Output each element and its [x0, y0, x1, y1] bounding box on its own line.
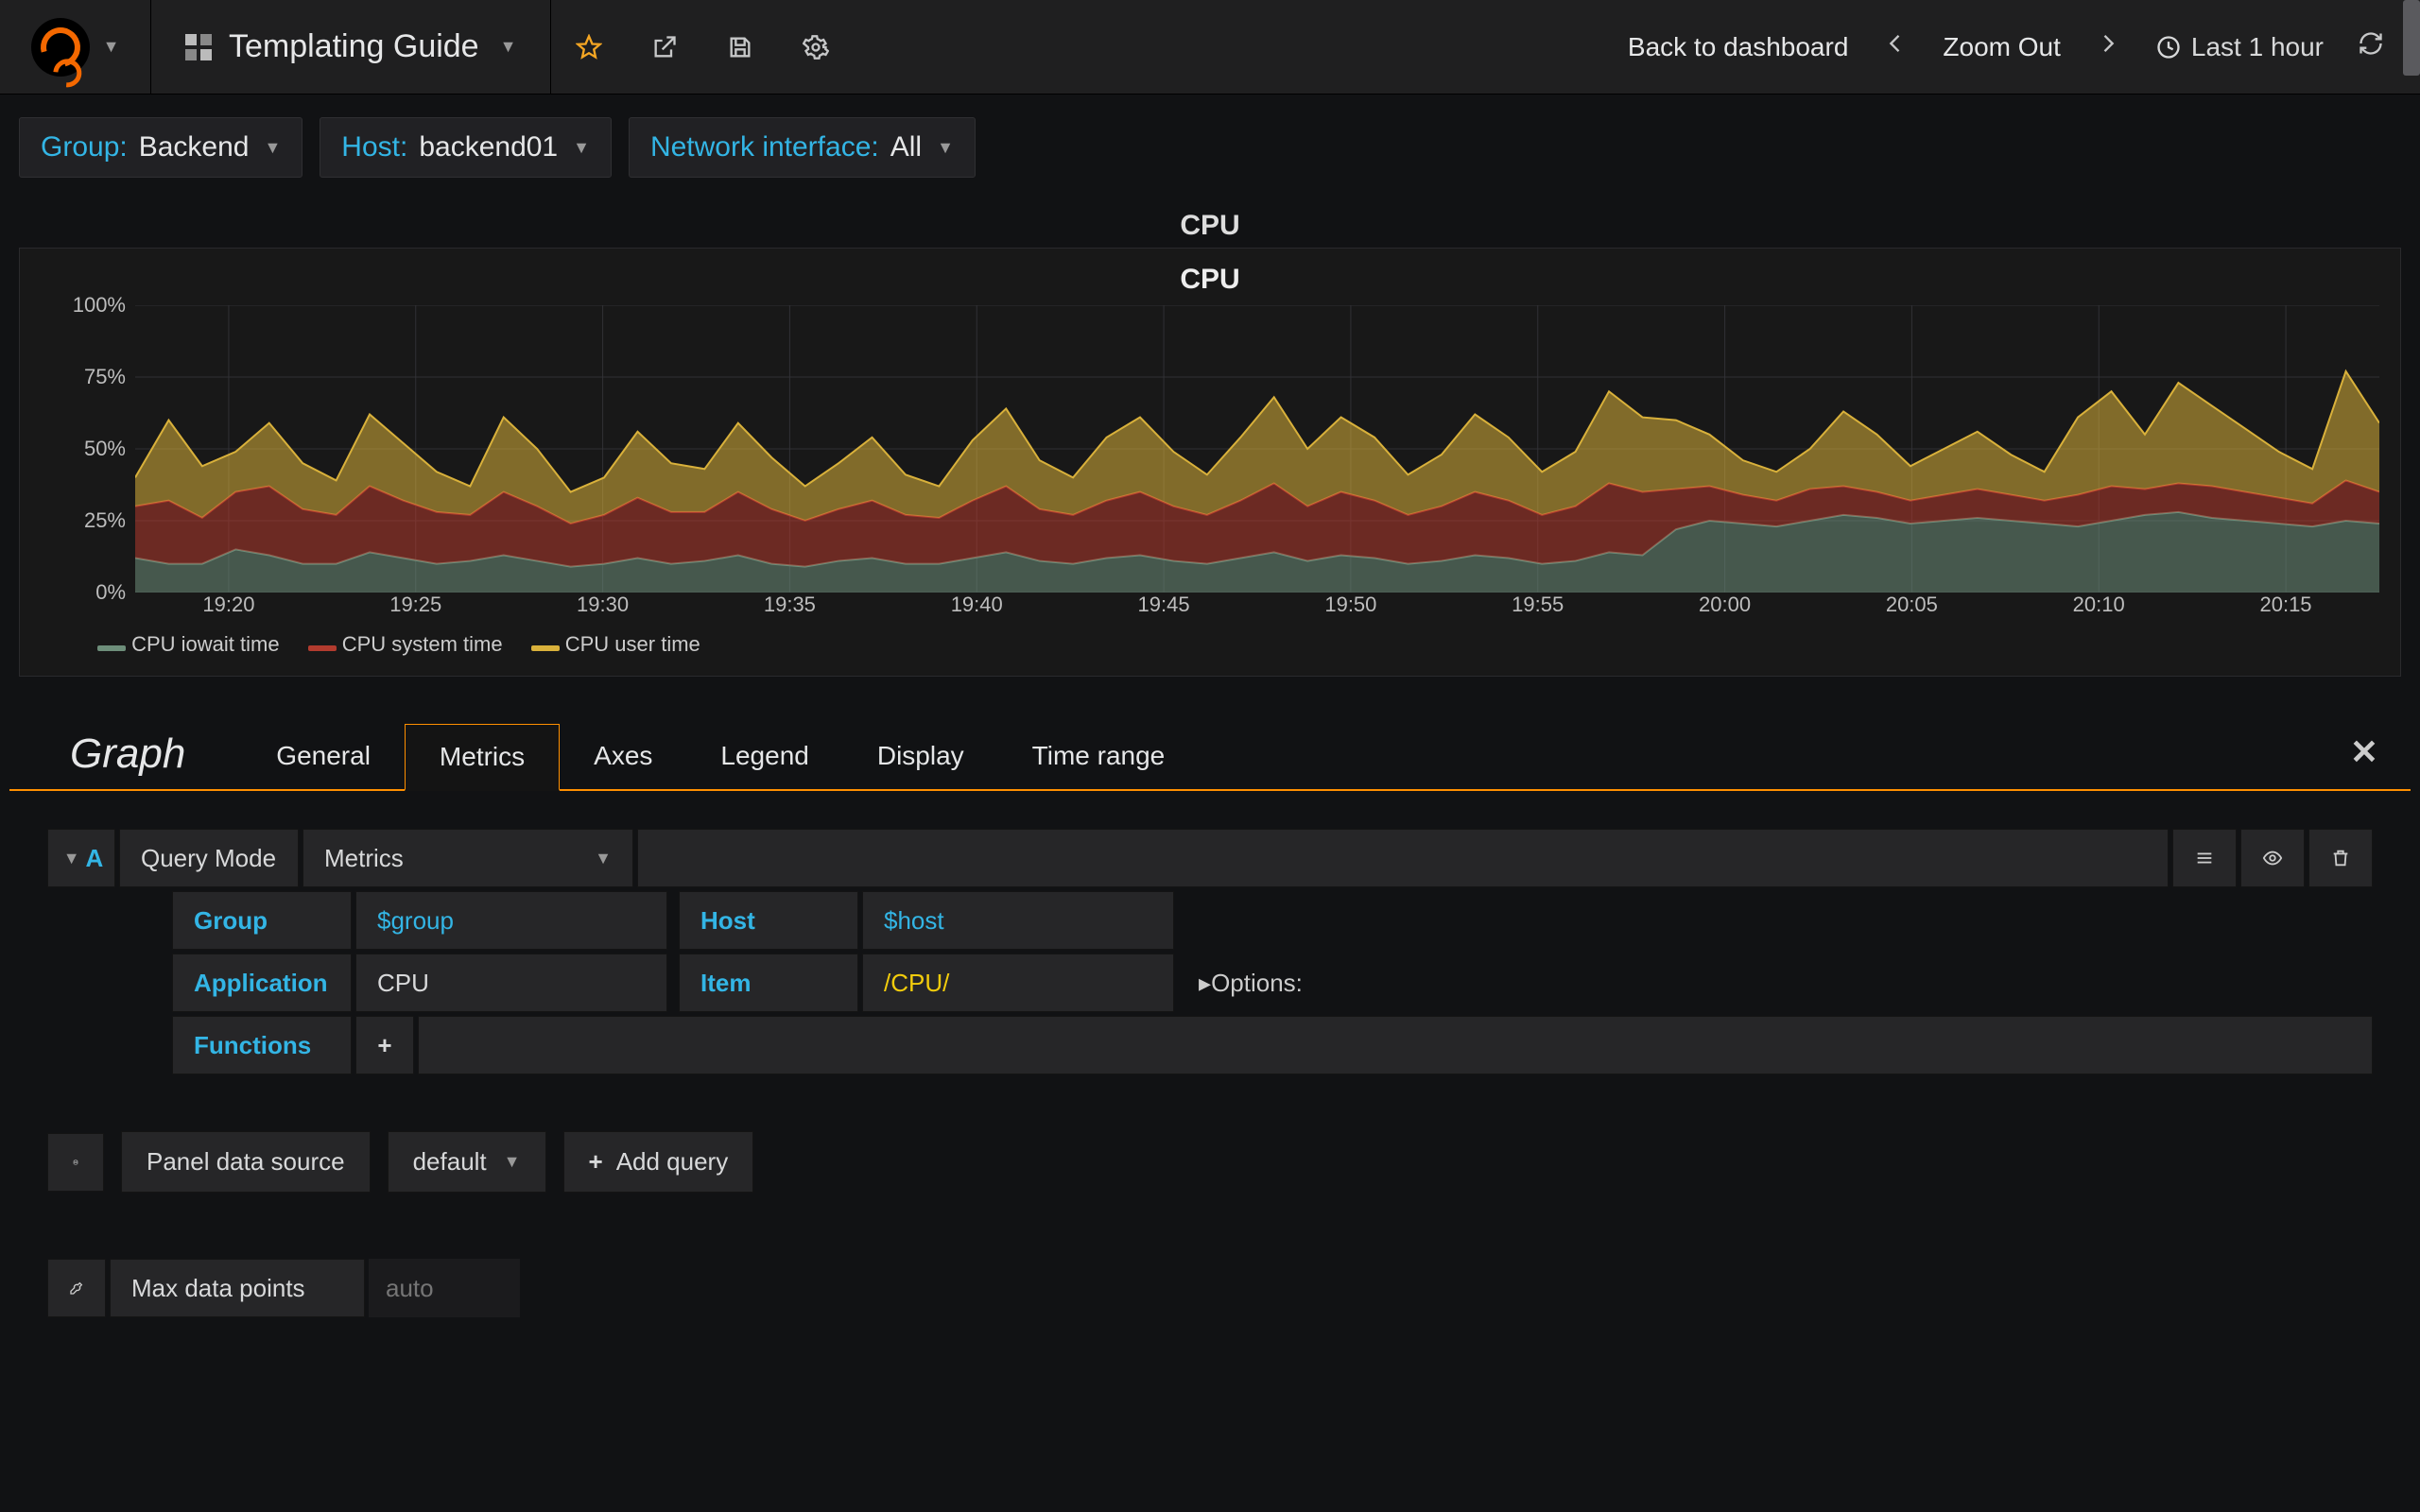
chevron-down-icon: ▼ — [595, 849, 612, 868]
panel-editor-header: Graph GeneralMetricsAxesLegendDisplayTim… — [9, 724, 2411, 791]
query-delete-button[interactable] — [2308, 829, 2373, 887]
refresh-button[interactable] — [2350, 30, 2392, 64]
chevron-down-icon: ▼ — [504, 1152, 521, 1172]
options-toggle[interactable]: ▸ Options: — [1178, 954, 1323, 1012]
query-ref-id: A — [86, 844, 104, 873]
query-toggle[interactable]: ▼ A — [47, 829, 115, 887]
time-range-picker[interactable]: Last 1 hour — [2155, 32, 2324, 62]
variable-network-interface[interactable]: Network interface: All ▼ — [629, 117, 976, 178]
settings-button[interactable] — [778, 0, 854, 94]
chevron-down-icon: ▼ — [63, 849, 80, 868]
clock-icon — [2155, 34, 2182, 60]
variable-group[interactable]: Group: Backend ▼ — [19, 117, 302, 178]
field-label-group: Group — [172, 891, 352, 950]
variable-host[interactable]: Host: backend01 ▼ — [320, 117, 612, 178]
tab-axes[interactable]: Axes — [560, 724, 686, 789]
chevron-down-icon: ▼ — [573, 138, 590, 158]
tab-display[interactable]: Display — [843, 724, 998, 789]
dashboard-icon — [185, 34, 212, 60]
max-data-points-label: Max data points — [110, 1259, 365, 1317]
chevron-left-icon — [1882, 30, 1909, 57]
add-query-button[interactable]: + Add query — [563, 1131, 754, 1193]
navbar: ▼ Templating Guide ▼ Back to dashboard Z… — [0, 0, 2420, 94]
field-label-functions: Functions — [172, 1016, 352, 1074]
close-editor-button[interactable]: ✕ — [2331, 725, 2397, 789]
query-visibility-button[interactable] — [2240, 829, 2305, 887]
brand-menu[interactable]: ▼ — [0, 0, 151, 94]
panel-title[interactable]: CPU — [41, 264, 2379, 296]
template-variable-row: Group: Backend ▼ Host: backend01 ▼ Netwo… — [0, 94, 2420, 200]
share-button[interactable] — [627, 0, 702, 94]
time-forward-button[interactable] — [2087, 30, 2129, 64]
save-button[interactable] — [702, 0, 778, 94]
panel-editor-body: ▼ A Query Mode Metrics ▼ Group $group Ho… — [0, 791, 2420, 1317]
tab-general[interactable]: General — [242, 724, 405, 789]
row-title[interactable]: CPU — [0, 200, 2420, 248]
chart-legend: CPU iowait time CPU system time CPU user… — [97, 632, 2379, 657]
field-label-host: Host — [679, 891, 858, 950]
chevron-down-icon: ▼ — [103, 37, 120, 57]
database-icon — [73, 1149, 78, 1176]
panel-datasource-label: Panel data source — [121, 1131, 371, 1193]
field-value-host[interactable]: $host — [862, 891, 1174, 950]
field-label-item: Item — [679, 954, 858, 1012]
add-function-button[interactable]: + — [355, 1016, 414, 1074]
chevron-down-icon: ▼ — [937, 138, 954, 158]
panel-type-label: Graph — [70, 730, 185, 778]
back-to-dashboard-link[interactable]: Back to dashboard — [1628, 32, 1849, 62]
legend-item[interactable]: CPU user time — [531, 632, 700, 657]
hamburger-icon — [2194, 845, 2215, 871]
query-spacer — [637, 829, 2169, 887]
scrollbar[interactable] — [2403, 0, 2420, 76]
star-icon — [576, 34, 602, 60]
gear-icon — [803, 34, 829, 60]
grafana-logo-icon — [31, 18, 90, 77]
eye-icon — [2262, 845, 2283, 871]
editor-tabs: GeneralMetricsAxesLegendDisplayTime rang… — [242, 724, 1199, 789]
field-value-application[interactable]: CPU — [355, 954, 667, 1012]
dashboard-picker[interactable]: Templating Guide ▼ — [151, 0, 551, 94]
field-label-application: Application — [172, 954, 352, 1012]
share-icon — [651, 34, 678, 60]
datasource-icon-button[interactable] — [47, 1133, 104, 1192]
field-value-item[interactable]: /CPU/ — [862, 954, 1174, 1012]
trash-icon — [2330, 845, 2351, 871]
refresh-icon — [2358, 30, 2384, 57]
time-range-label: Last 1 hour — [2191, 32, 2324, 62]
max-data-points-input[interactable] — [369, 1259, 520, 1317]
panel-cpu: CPU 0%25%50%75%100% 19:2019:2519:3019:35… — [19, 248, 2401, 677]
star-button[interactable] — [551, 0, 627, 94]
tab-time-range[interactable]: Time range — [998, 724, 1200, 789]
chart-x-axis: 19:2019:2519:3019:3519:4019:4519:5019:55… — [135, 593, 2379, 617]
dashboard-title: Templating Guide — [229, 28, 479, 65]
zoom-out-button[interactable]: Zoom Out — [1943, 32, 2060, 62]
legend-item[interactable]: CPU system time — [308, 632, 503, 657]
tab-metrics[interactable]: Metrics — [405, 724, 560, 791]
chart-y-axis: 0%25%50%75%100% — [41, 305, 135, 593]
panel-datasource-select[interactable]: default ▼ — [388, 1131, 546, 1193]
time-back-button[interactable] — [1875, 30, 1916, 64]
query-menu-button[interactable] — [2172, 829, 2237, 887]
field-value-group[interactable]: $group — [355, 891, 667, 950]
functions-spacer — [418, 1016, 2373, 1074]
advanced-toggle[interactable] — [47, 1259, 106, 1317]
chevron-down-icon: ▼ — [500, 37, 517, 57]
query-mode-label: Query Mode — [119, 829, 299, 887]
wrench-icon — [69, 1275, 84, 1301]
query-mode-select[interactable]: Metrics ▼ — [302, 829, 633, 887]
save-icon — [727, 34, 753, 60]
chevron-right-icon — [2095, 30, 2121, 57]
legend-item[interactable]: CPU iowait time — [97, 632, 280, 657]
chart-plot-area[interactable] — [135, 305, 2379, 593]
tab-legend[interactable]: Legend — [686, 724, 842, 789]
chevron-down-icon: ▼ — [264, 138, 281, 158]
